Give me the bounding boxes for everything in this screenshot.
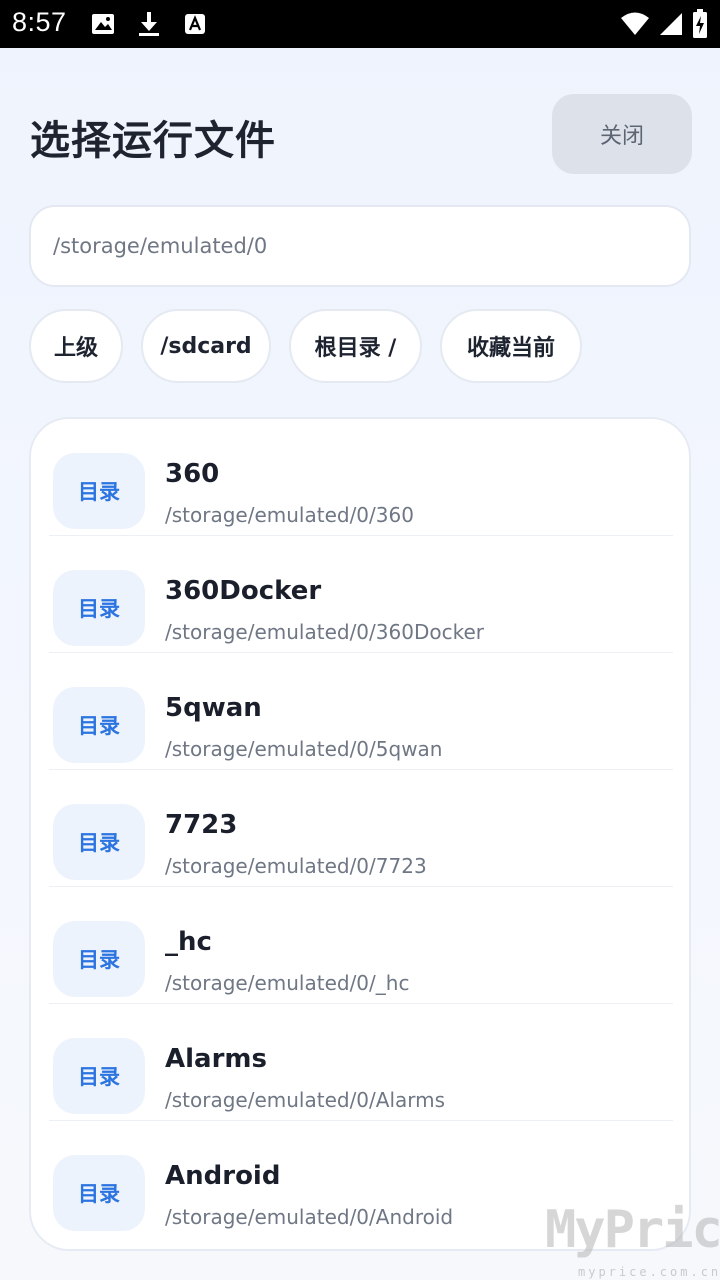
item-path: /storage/emulated/0/360 [165, 503, 414, 527]
parent-dir-button[interactable]: 上级 [29, 309, 123, 383]
item-name: 360 [165, 459, 220, 489]
item-name: Alarms [165, 1044, 267, 1074]
watermark: MyPrice [545, 1200, 720, 1260]
item-path: /storage/emulated/0/Android [165, 1205, 454, 1229]
favorite-current-button[interactable]: 收藏当前 [440, 309, 582, 383]
item-path: /storage/emulated/0/7723 [165, 854, 427, 878]
status-time: 8:57 [12, 7, 67, 37]
font-icon [185, 14, 205, 34]
directory-badge: 目录 [53, 453, 145, 529]
page-title: 选择运行文件 [30, 118, 276, 164]
path-input[interactable]: /storage/emulated/0 [29, 205, 691, 287]
list-item[interactable]: 目录 7723 /storage/emulated/0/7723 [49, 770, 673, 887]
item-path: /storage/emulated/0/360Docker [165, 620, 484, 644]
list-item[interactable]: 目录 5qwan /storage/emulated/0/5qwan [49, 653, 673, 770]
item-name: 5qwan [165, 693, 262, 723]
list-item[interactable]: 目录 Alarms /storage/emulated/0/Alarms [49, 1004, 673, 1121]
sdcard-button[interactable]: /sdcard [141, 309, 271, 383]
item-name: _hc [165, 927, 212, 957]
watermark-url: myprice.com.cn [578, 1265, 720, 1279]
directory-badge: 目录 [53, 921, 145, 997]
wifi-icon [621, 12, 649, 35]
directory-badge: 目录 [53, 1155, 145, 1231]
item-path: /storage/emulated/0/5qwan [165, 737, 443, 761]
directory-badge: 目录 [53, 687, 145, 763]
signal-icon [660, 13, 682, 35]
directory-badge: 目录 [53, 804, 145, 880]
item-path: /storage/emulated/0/Alarms [165, 1088, 446, 1112]
battery-charging-icon [693, 9, 707, 38]
list-item[interactable]: 目录 _hc /storage/emulated/0/_hc [49, 887, 673, 1004]
root-dir-button[interactable]: 根目录 / [289, 309, 422, 383]
item-path: /storage/emulated/0/_hc [165, 971, 410, 995]
close-button[interactable]: 关闭 [552, 94, 692, 174]
item-name: 360Docker [165, 576, 322, 606]
item-name: 7723 [165, 810, 238, 840]
notification-icons [90, 10, 208, 38]
list-item[interactable]: 目录 360Docker /storage/emulated/0/360Dock… [49, 536, 673, 653]
system-icons [620, 9, 708, 39]
file-list: 目录 360 /storage/emulated/0/360 目录 360Doc… [29, 417, 691, 1251]
image-icon [92, 14, 114, 34]
item-name: Android [165, 1161, 281, 1191]
download-icon [139, 12, 159, 36]
directory-badge: 目录 [53, 1038, 145, 1114]
directory-badge: 目录 [53, 570, 145, 646]
list-item[interactable]: 目录 360 /storage/emulated/0/360 [49, 419, 673, 536]
status-bar: 8:57 [0, 0, 720, 48]
